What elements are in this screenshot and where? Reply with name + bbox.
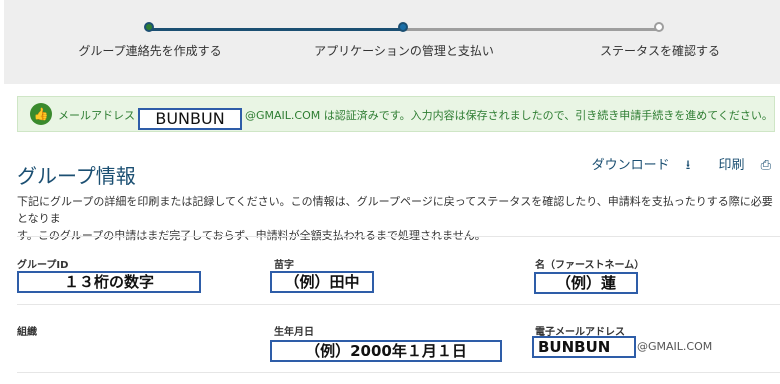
print-label: 印刷 [718, 158, 745, 173]
progress-stepper: グループ連絡先を作成する アプリケーションの管理と支払い ステータスを確認する [4, 0, 780, 84]
thumbs-up-icon: 👍 [30, 103, 52, 125]
group-id-label: グループID [17, 260, 69, 271]
email-suffix: @GMAIL.COM [637, 340, 713, 353]
surname-label: 苗字 [274, 260, 294, 271]
step-3-label: ステータスを確認する [599, 44, 721, 58]
download-label: ダウンロード [591, 158, 670, 173]
organization-label: 組織 [17, 327, 37, 338]
divider [17, 372, 780, 373]
group-id-value: １３桁の数字 [17, 271, 201, 293]
dob-label: 生年月日 [274, 327, 314, 338]
masked-email-name: BUNBUN [138, 108, 242, 130]
alert-message: メールアドレス BUNBUN @GMAIL.COM は認証済みです。入力内容は保存さ… [58, 107, 773, 130]
step-1-dot [144, 22, 154, 32]
progress-track-complete [150, 28, 404, 31]
alert-suffix: @GMAIL.COM は認証済みです。入力内容は保存されましたので、引き続き申請… [245, 109, 773, 122]
email-value: BUNBUN [532, 336, 636, 358]
verification-alert: 👍 メールアドレス BUNBUN @GMAIL.COM は認証済みです。入力内容は保… [17, 96, 775, 132]
download-link[interactable]: ダウンロード ⭳ [580, 158, 691, 173]
step-3-dot [654, 22, 664, 32]
download-icon: ⭳ [685, 158, 691, 173]
given-name-value: （例）蓮 [534, 272, 638, 294]
alert-prefix: メールアドレス [58, 109, 135, 122]
print-icon: ⎙ [760, 158, 771, 173]
step-2-label: アプリケーションの管理と支払い [314, 44, 494, 58]
dob-value: （例）2000年１月１日 [270, 340, 502, 362]
progress-track-pending [404, 28, 660, 31]
section-actions: ダウンロード ⭳ 印刷 ⎙ [568, 154, 771, 178]
divider [17, 236, 780, 237]
step-2-dot [398, 22, 408, 32]
divider [17, 304, 780, 305]
print-link[interactable]: 印刷 ⎙ [706, 158, 771, 173]
given-name-label: 名（ファーストネーム） [535, 260, 645, 271]
surname-value: （例）田中 [270, 271, 374, 293]
page-title: グループ情報 [17, 164, 136, 188]
description-line-1: 下記にグループの詳細を印刷または記録してください。この情報は、グループページに戻… [17, 195, 773, 225]
step-1-label: グループ連絡先を作成する [78, 44, 222, 58]
